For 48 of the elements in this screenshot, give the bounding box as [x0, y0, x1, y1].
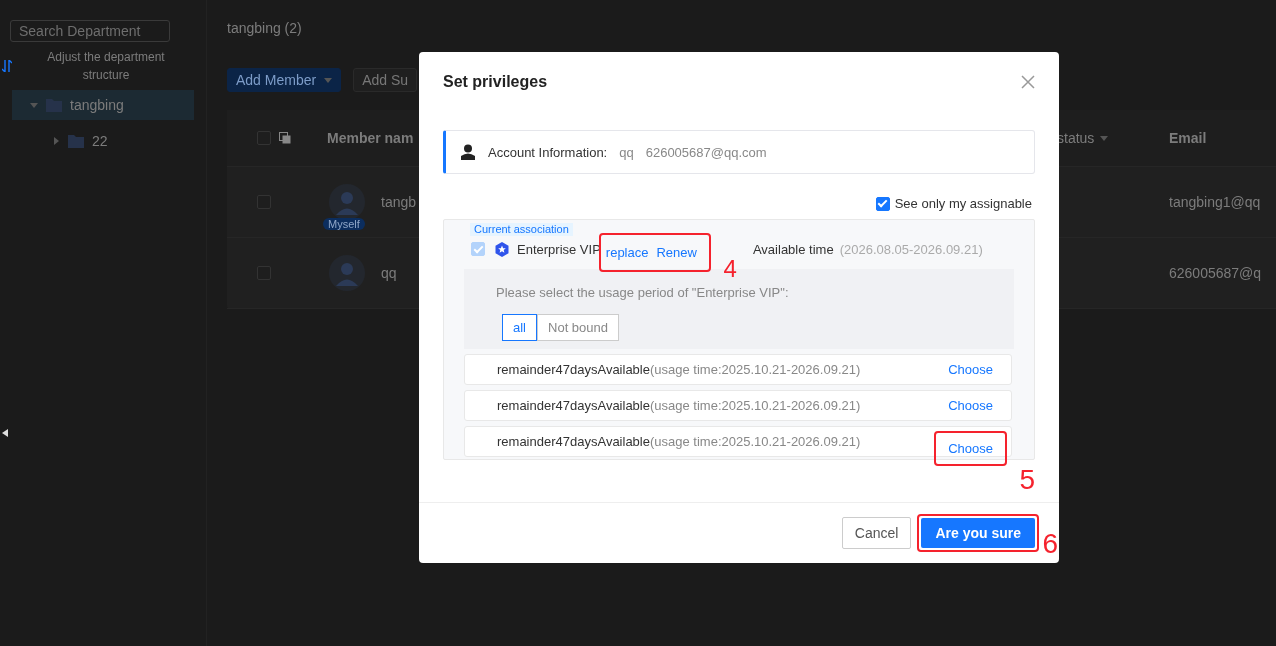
cancel-button[interactable]: Cancel: [841, 517, 912, 549]
checkbox-label: See only my assignable: [894, 196, 1032, 211]
checkbox[interactable]: [875, 196, 890, 211]
column-header: status: [1057, 130, 1095, 146]
adjust-structure-link[interactable]: Adjust the department structure: [18, 48, 194, 84]
callout-number: 6: [1042, 530, 1058, 558]
caret-icon[interactable]: [324, 76, 333, 84]
department-title: tangbing (2): [227, 20, 303, 38]
avatar-icon: [329, 184, 365, 220]
dialog-title: Set privileges: [443, 73, 548, 91]
table-cell: qq: [381, 265, 397, 281]
account-label: Account Information:: [488, 144, 608, 160]
callout-number: 5: [1019, 466, 1035, 494]
column-header: Member nam: [327, 130, 415, 146]
tree-item[interactable]: 22: [12, 126, 194, 156]
person-icon: [460, 144, 476, 160]
table-cell-text: tangbing1@qq: [1169, 194, 1262, 210]
account-name: qq: [619, 144, 634, 160]
tree-label: 22: [92, 133, 108, 149]
filter-icon[interactable]: [1100, 134, 1109, 142]
caret-icon[interactable]: [30, 101, 38, 109]
avatar-icon: [329, 255, 365, 291]
association-tag: Current association: [470, 223, 573, 236]
tree-item[interactable]: tangbing: [12, 90, 194, 120]
confirm-button[interactable]: Are you sure: [921, 518, 1035, 548]
column-header: Email: [1169, 130, 1208, 146]
caret-icon[interactable]: [52, 137, 60, 145]
myself-badge: Myself: [323, 218, 365, 230]
add-member-button[interactable]: Add Member: [227, 68, 342, 92]
table-cell-text: 626005687@q: [1169, 265, 1263, 281]
account-email: 626005687@qq.com: [645, 144, 767, 160]
close-icon[interactable]: [1021, 75, 1035, 89]
copy-icon[interactable]: [279, 132, 291, 144]
collapse-icon[interactable]: [2, 429, 8, 437]
search-field[interactable]: Search Department: [10, 20, 170, 42]
sort-icon[interactable]: [2, 60, 12, 72]
toolbar-button[interactable]: Add Su: [353, 68, 418, 92]
star-badge-icon: [495, 241, 509, 257]
period-text: remainder47daysAvailable(usage time:2025.10.21-2026.09.21): [497, 362, 862, 377]
callout-number: 4: [723, 257, 737, 280]
table-cell: tangb: [381, 194, 417, 210]
tree-label: tangbing: [70, 97, 124, 113]
folder-icon: [68, 134, 84, 148]
period-prompt: Please select the usage period of "Enterprise VIP":: [496, 285, 790, 300]
available-time-label: Available time: [752, 241, 834, 257]
period-text: remainder47daysAvailable(usage time:2025.10.21-2026.09.21): [497, 398, 862, 413]
available-time-range: (2026.08.05-2026.09.21): [839, 241, 983, 257]
period-text: remainder47daysAvailable(usage time:2025.10.21-2026.09.21): [497, 434, 862, 449]
